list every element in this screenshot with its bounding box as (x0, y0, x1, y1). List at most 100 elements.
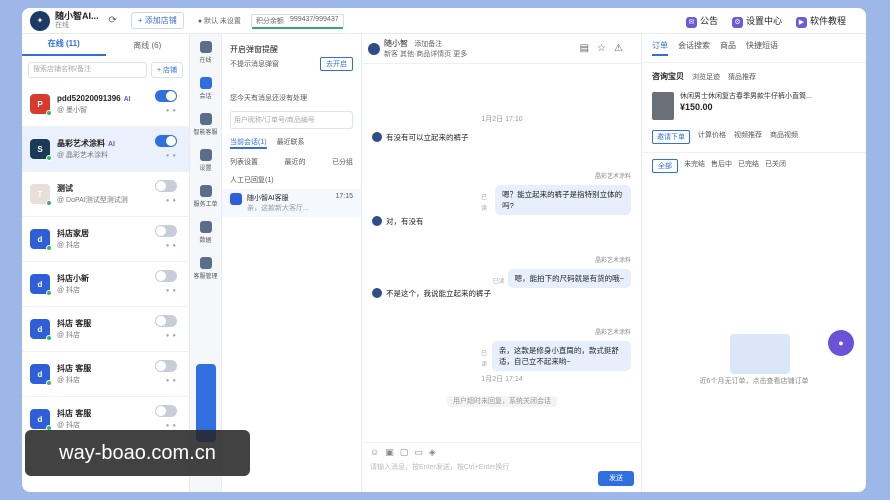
nav-item[interactable]: 设置 (190, 142, 221, 178)
invite-order-button[interactable]: 邀请下单 (652, 130, 690, 144)
nav-item[interactable]: 智能客服 (190, 106, 221, 142)
store-sub: @ 抖店 (57, 241, 81, 249)
announce-label: 公告 (699, 15, 718, 26)
tab-inquiry-item[interactable]: 咨询宝贝 (652, 71, 684, 82)
customer-avatar (372, 216, 382, 226)
empty-orders-text: 近6个月无订单，点击查看店铺订单 (699, 378, 809, 385)
nav-label: 客服管理 (193, 273, 218, 280)
nav-label: 数据 (199, 237, 212, 244)
tab-current-sessions[interactable]: 当前会话(1) (230, 137, 267, 149)
side-nav: 在线会话 智能客服 设置 服务工单数据客服管理 (190, 34, 222, 492)
store-item[interactable]: T 测试 @ DoPAI测试型测试测 ●● (22, 172, 189, 217)
assistant-robot-icon[interactable]: ● (828, 330, 854, 356)
store-item[interactable]: d 抖店小新 @ 抖店 ●● (22, 262, 189, 307)
tab-products[interactable]: 商品 (720, 40, 736, 56)
info-tabs: 订单 会话搜索 商品 快捷短语 (642, 34, 866, 63)
tutorial-label: 软件教程 (809, 15, 846, 26)
add-store-button[interactable]: + 添加店铺 (130, 12, 184, 29)
nav-icon (199, 40, 212, 53)
store-item[interactable]: P pdd52020091396 AI @ 墨小智 ●● (22, 82, 189, 127)
tab-online[interactable]: 在线 (11) (22, 34, 106, 56)
filter-list-settings[interactable]: 列表设置 (230, 157, 258, 167)
settings-link[interactable]: ⚙ 设置中心 (731, 14, 782, 28)
nav-label: 在线 (199, 57, 212, 64)
calc-price-button[interactable]: 计算价格 (698, 130, 726, 144)
store-item[interactable]: d 抖店 客服 @ 抖店 ●● (22, 307, 189, 352)
product-video-button[interactable]: 商品视频 (770, 130, 798, 144)
refresh-icon[interactable]: ⟳ (109, 15, 117, 26)
top-bar: ✦ 随小智AI... 在线 ⟳ + 添加店铺 ● 默认 未设置 积分余额 999… (22, 8, 866, 34)
store-name: 抖店 客服 (57, 363, 92, 373)
tab-recommend[interactable]: 猜品推荐 (728, 72, 756, 82)
store-ai-toggle[interactable] (155, 180, 177, 192)
enable-popup-button[interactable]: 去开启 (320, 57, 353, 71)
message-text: 不是这个，我说能立起来的裤子 (386, 289, 491, 298)
store-ai-toggle[interactable] (155, 360, 177, 372)
store-action-icons[interactable]: ●● (166, 198, 179, 204)
input-toolbar-icons[interactable]: ☺▣▢▭◈ (362, 443, 641, 462)
tag-source: 其他·商品详情页 (399, 51, 452, 58)
nav-item[interactable]: 在线 (190, 34, 221, 70)
nav-item[interactable]: 服务工单 (190, 178, 221, 214)
customer-avatar (372, 288, 382, 298)
add-store-small-button[interactable]: + 店铺 (150, 62, 183, 78)
session-item[interactable]: 随小智AI客服 17:15 亲，这款新大客厅... (222, 189, 361, 217)
product-card[interactable]: 休闲男士休闲复古春季男款牛仔裤小直筒... ¥150.00 (642, 90, 866, 122)
tutorial-link[interactable]: ▶ 软件教程 (795, 14, 846, 28)
default-setting[interactable]: ● 默认 未设置 (198, 16, 241, 26)
store-item[interactable]: S 晶彩艺术涂料 AI @ 晶彩艺术涂料 ●● (22, 127, 189, 172)
tab-chat-search[interactable]: 会话搜索 (678, 40, 710, 56)
tab-recent-contacts[interactable]: 最近联系 (277, 137, 305, 149)
store-avatar: d (30, 319, 52, 341)
order-tab-closed[interactable]: 已关闭 (765, 159, 786, 173)
tab-browse-history[interactable]: 浏览足迹 (692, 72, 720, 82)
announce-link[interactable]: ✉ 公告 (685, 14, 718, 28)
chat-time-1: 1月2日 17:10 (481, 116, 523, 123)
points-value: 999437/999437 (289, 15, 339, 23)
store-action-icons[interactable]: ●● (166, 288, 179, 294)
tab-orders[interactable]: 订单 (652, 40, 668, 56)
order-tab-all[interactable]: 全部 (652, 159, 678, 173)
store-action-icons[interactable]: ●● (166, 378, 179, 384)
session-tabs: 当前会话(1) 最近联系 (222, 133, 361, 153)
store-action-icons[interactable]: ●● (166, 333, 179, 339)
tutorial-icon: ▶ (795, 16, 807, 28)
store-action-icons[interactable]: ●● (166, 243, 179, 249)
nav-item[interactable]: 客服管理 (190, 250, 221, 286)
chat-header-icons[interactable]: ▤☆⚠ (580, 43, 631, 54)
store-ai-toggle[interactable] (155, 225, 177, 237)
add-remark-link[interactable]: 添加备注 (414, 41, 442, 48)
nav-item[interactable]: 数据 (190, 214, 221, 250)
store-action-icons[interactable]: ●● (166, 153, 179, 159)
store-ai-toggle[interactable] (155, 135, 177, 147)
store-ai-toggle[interactable] (155, 90, 177, 102)
read-status: 已读 (481, 351, 488, 368)
product-title: 休闲男士休闲复古春季男款牛仔裤小直筒... (680, 93, 812, 100)
tab-offline[interactable]: 离线 (6) (106, 40, 190, 51)
nav-item[interactable]: 会话 (190, 70, 221, 106)
send-button[interactable]: 发送 (598, 471, 634, 486)
session-search-input[interactable]: 用户昵称/订单号/商品编号 (230, 111, 353, 129)
store-ai-toggle[interactable] (155, 405, 177, 417)
store-search-input[interactable]: 搜索店铺名称/备注 (28, 62, 147, 78)
video-recommend-button[interactable]: 视频推荐 (734, 130, 762, 144)
chat-time-2: 1月2日 17:14 (481, 376, 523, 383)
store-action-icons[interactable]: ●● (166, 108, 179, 114)
points-area: ● 默认 未设置 积分余额 999437/999437 (198, 13, 344, 29)
store-item[interactable]: d 抖店家居 @ 抖店 ●● (22, 217, 189, 262)
session-time: 17:15 (335, 193, 353, 200)
product-price: ¥150.00 (680, 102, 713, 112)
order-tab-done[interactable]: 已完结 (738, 159, 759, 173)
store-ai-toggle[interactable] (155, 270, 177, 282)
empty-illustration (730, 334, 790, 374)
store-action-icons[interactable]: ●● (166, 423, 179, 429)
tab-quick-phrases[interactable]: 快捷短语 (746, 40, 778, 56)
order-tab-open[interactable]: 未完结 (684, 159, 705, 173)
tag-more[interactable]: 更多 (453, 51, 467, 58)
message-text: 对，有没有 (386, 217, 424, 226)
filter-recent[interactable]: 最近的 (285, 157, 306, 167)
order-tab-aftersale[interactable]: 售后中 (711, 159, 732, 173)
filter-grouped[interactable]: 已分组 (332, 157, 353, 167)
store-ai-toggle[interactable] (155, 315, 177, 327)
store-item[interactable]: d 抖店 客服 @ 抖店 ●● (22, 352, 189, 397)
